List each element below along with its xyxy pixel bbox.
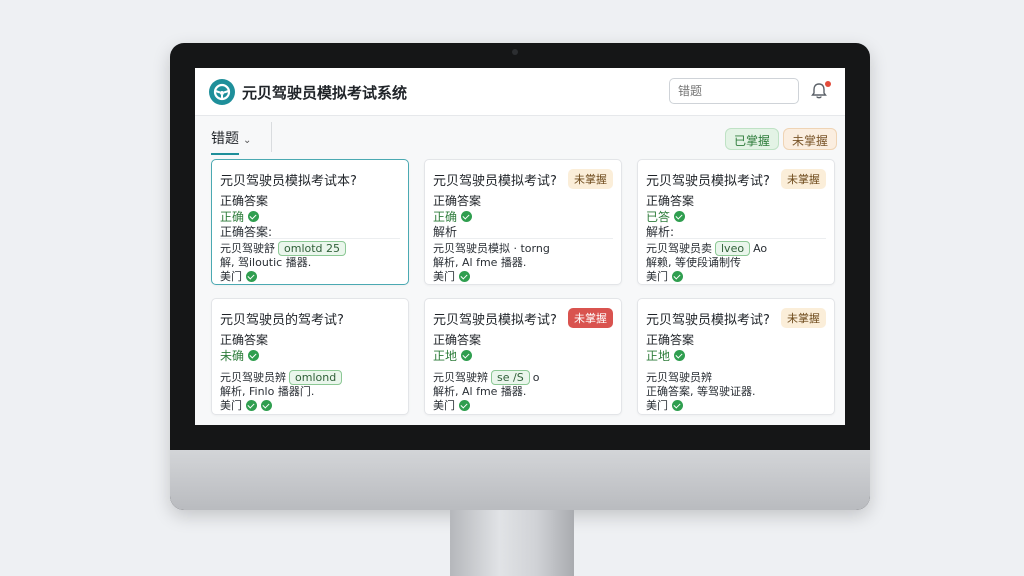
question-card[interactable]: 元贝驾驶员模拟考试? 未掌握 正确答案 正地 元贝驾驶辨 se /S o 解析, A…	[424, 298, 622, 415]
active-tab-indicator	[211, 153, 239, 155]
answer-label: 正确答案	[433, 333, 482, 347]
monitor-stand	[450, 510, 574, 576]
divider	[220, 238, 400, 239]
answer-value: 未确	[220, 347, 260, 364]
check-icon	[459, 270, 470, 282]
answer-text: 正地	[646, 349, 671, 363]
detail-line: 美门	[646, 268, 683, 284]
answer-label: 正确答案	[220, 194, 269, 208]
detail-text: 美门	[433, 270, 455, 283]
question-card[interactable]: 元贝驾驶员模拟考试本? 正确答案 正确 正确答案: 元贝驾驶舒 omlotd 25…	[211, 159, 409, 285]
question-card[interactable]: 元贝驾驶员模拟考试? 未掌握 正确答案 已答 解析: 元贝驾驶员卖 lveo Ao …	[637, 159, 835, 285]
answer-label: 正确答案	[433, 194, 482, 208]
check-icon	[248, 350, 260, 361]
app-header: 元贝驾驶员模拟考试系统	[195, 68, 845, 116]
question-text: 元贝驾驶员的驾考试?	[220, 313, 344, 328]
detail-text: o	[532, 370, 540, 384]
status-badge: 未掌握	[781, 308, 826, 328]
detail-line: 美门	[433, 268, 470, 284]
unmastered-filter-button[interactable]: 未掌握	[783, 128, 838, 150]
check-icon	[261, 399, 272, 411]
mastered-filter-button[interactable]: 已掌握	[725, 128, 780, 150]
detail-line: 美门	[220, 397, 272, 413]
detail-text: 美门	[646, 399, 668, 412]
detail-line: 美门	[433, 397, 470, 413]
answer-label: 正确答案	[220, 333, 269, 347]
check-icon	[461, 350, 473, 361]
status-badge: 未掌握	[568, 169, 613, 189]
divider	[646, 238, 826, 239]
question-card[interactable]: 元贝驾驶员的驾考试? 正确答案 未确 元贝驾驶员辨 omlond 解析, Finl…	[211, 298, 409, 415]
answer-text: 未确	[220, 349, 245, 363]
check-icon	[461, 211, 473, 222]
check-icon	[248, 211, 260, 222]
detail-line: 美门	[646, 397, 683, 413]
status-badge: 未掌握	[568, 308, 613, 328]
monitor-frame: 元贝驾驶员模拟考试系统 错题 ⌄ 已掌握 未掌握 元贝驾驶员模拟考试本? 正确答案…	[170, 43, 870, 510]
search-input[interactable]	[669, 78, 799, 104]
answer-value: 正地	[646, 347, 686, 364]
notification-dot	[825, 81, 831, 87]
question-text: 元贝驾驶员模拟考试?	[646, 174, 770, 189]
check-icon	[246, 270, 257, 282]
check-icon	[674, 350, 686, 361]
app-title: 元贝驾驶员模拟考试系统	[242, 84, 408, 102]
detail-text: 美门	[433, 399, 455, 412]
monitor-chin	[170, 450, 870, 510]
question-card[interactable]: 元贝驾驶员模拟考试? 未掌握 正确答案 正确 解析 元贝驾驶员模拟 · torn…	[424, 159, 622, 285]
answer-label: 正确答案	[646, 333, 695, 347]
answer-value: 正地	[433, 347, 473, 364]
answer-text: 正地	[433, 349, 458, 363]
detail-text: 美门	[646, 270, 668, 283]
status-badge: 未掌握	[781, 169, 826, 189]
filter-label: 错题	[211, 131, 239, 147]
question-text: 元贝驾驶员模拟考试?	[646, 313, 770, 328]
check-icon	[672, 270, 683, 282]
detail-text: 美门	[220, 270, 242, 283]
steering-wheel-logo-icon	[209, 79, 235, 105]
check-icon	[246, 399, 257, 411]
question-card[interactable]: 元贝驾驶员模拟考试? 未掌握 正确答案 正地 元贝驾驶员辨 正确答案, 等驾驶证…	[637, 298, 835, 415]
answer-label: 正确答案	[646, 194, 695, 208]
detail-text: 美门	[220, 399, 242, 412]
app-screen: 元贝驾驶员模拟考试系统 错题 ⌄ 已掌握 未掌握 元贝驾驶员模拟考试本? 正确答案…	[195, 68, 845, 425]
chevron-down-icon: ⌄	[243, 135, 252, 146]
webcam	[512, 49, 518, 55]
question-text: 元贝驾驶员模拟考试?	[433, 313, 557, 328]
toolbar-divider	[271, 122, 272, 152]
question-text: 元贝驾驶员模拟考试?	[433, 174, 557, 189]
check-icon	[672, 399, 683, 411]
divider	[433, 238, 613, 239]
detail-text: Ao	[753, 241, 768, 255]
question-text: 元贝驾驶员模拟考试本?	[220, 174, 357, 189]
toolbar: 错题 ⌄ 已掌握 未掌握	[195, 116, 845, 158]
check-icon	[674, 211, 686, 222]
filter-dropdown[interactable]: 错题 ⌄	[211, 128, 251, 148]
detail-line: 美门	[220, 268, 257, 284]
check-icon	[459, 399, 470, 411]
